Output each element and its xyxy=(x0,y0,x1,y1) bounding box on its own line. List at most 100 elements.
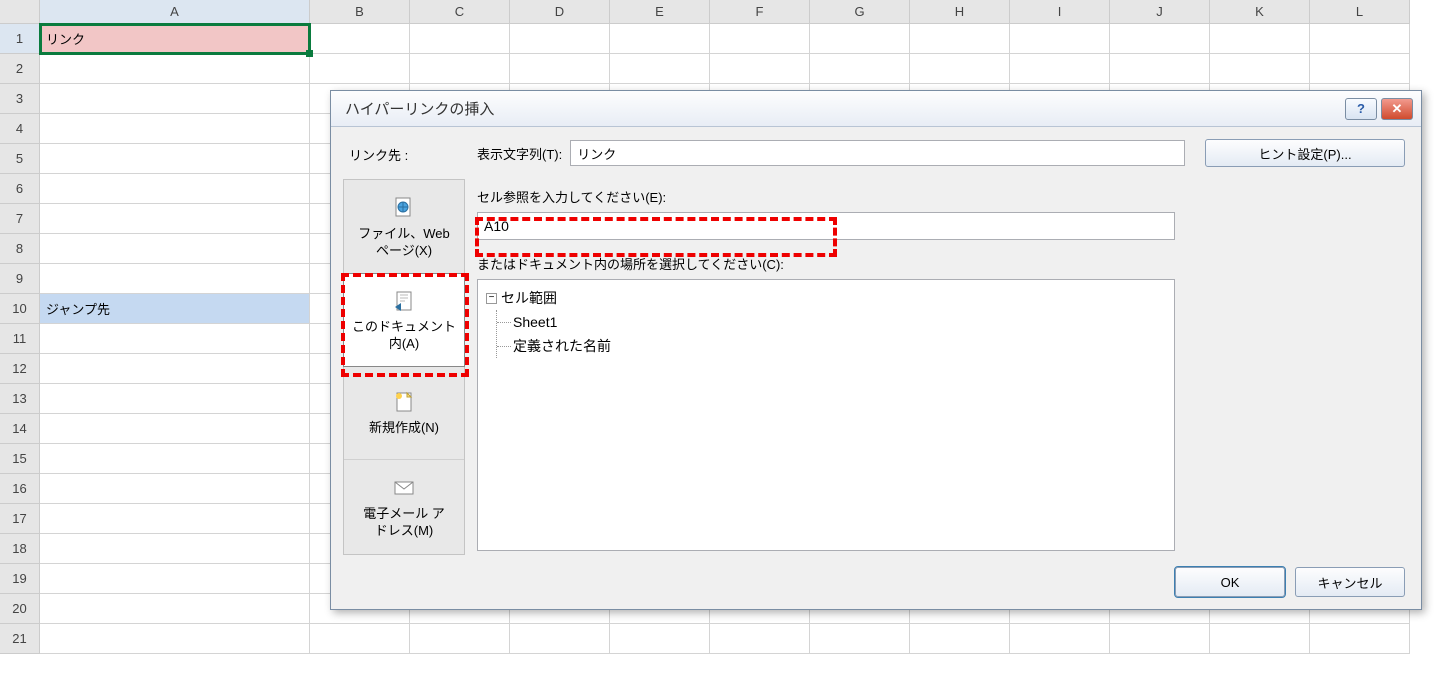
col-header-h[interactable]: H xyxy=(910,0,1010,24)
nav-file-web[interactable]: ファイル、Webページ(X) xyxy=(344,180,464,274)
tree-node-defined-names[interactable]: 定義された名前 xyxy=(513,334,1166,358)
select-all-corner[interactable] xyxy=(0,0,40,24)
row-header-4[interactable]: 4 xyxy=(0,114,40,144)
cell-a21[interactable] xyxy=(40,624,310,654)
col-header-g[interactable]: G xyxy=(810,0,910,24)
cell-a12[interactable] xyxy=(40,354,310,384)
cell-a19[interactable] xyxy=(40,564,310,594)
cell-a14[interactable] xyxy=(40,414,310,444)
col-header-j[interactable]: J xyxy=(1110,0,1210,24)
cell-d1[interactable] xyxy=(510,24,610,54)
cell-e1[interactable] xyxy=(610,24,710,54)
col-header-b[interactable]: B xyxy=(310,0,410,24)
tree-node-cell-range[interactable]: − セル範囲 xyxy=(486,286,1166,310)
cell-c1[interactable] xyxy=(410,24,510,54)
nav-new-document[interactable]: 新規作成(N) xyxy=(344,366,464,460)
dialog-titlebar[interactable]: ハイパーリンクの挿入 ? ✕ xyxy=(331,91,1421,127)
row-header-8[interactable]: 8 xyxy=(0,234,40,264)
cell-j21[interactable] xyxy=(1110,624,1210,654)
row-header-17[interactable]: 17 xyxy=(0,504,40,534)
cell-i1[interactable] xyxy=(1010,24,1110,54)
row-header-6[interactable]: 6 xyxy=(0,174,40,204)
screen-tip-button[interactable]: ヒント設定(P)... xyxy=(1205,139,1405,167)
row-header-11[interactable]: 11 xyxy=(0,324,40,354)
row-header-2[interactable]: 2 xyxy=(0,54,40,84)
nav-email[interactable]: 電子メール アドレス(M) xyxy=(344,460,464,554)
row-header-21[interactable]: 21 xyxy=(0,624,40,654)
cell-i21[interactable] xyxy=(1010,624,1110,654)
display-text-input[interactable] xyxy=(570,140,1185,166)
cell-h2[interactable] xyxy=(910,54,1010,84)
row-header-18[interactable]: 18 xyxy=(0,534,40,564)
cell-f1[interactable] xyxy=(710,24,810,54)
row-header-3[interactable]: 3 xyxy=(0,84,40,114)
collapse-icon[interactable]: − xyxy=(486,293,497,304)
row-header-19[interactable]: 19 xyxy=(0,564,40,594)
cell-k2[interactable] xyxy=(1210,54,1310,84)
cell-a5[interactable] xyxy=(40,144,310,174)
cell-c21[interactable] xyxy=(410,624,510,654)
cell-i2[interactable] xyxy=(1010,54,1110,84)
row-header-9[interactable]: 9 xyxy=(0,264,40,294)
row-header-20[interactable]: 20 xyxy=(0,594,40,624)
cell-reference-input[interactable] xyxy=(477,212,1175,240)
help-button[interactable]: ? xyxy=(1345,98,1377,120)
close-button[interactable]: ✕ xyxy=(1381,98,1413,120)
row-header-15[interactable]: 15 xyxy=(0,444,40,474)
cell-g1[interactable] xyxy=(810,24,910,54)
cell-k1[interactable] xyxy=(1210,24,1310,54)
cell-a4[interactable] xyxy=(40,114,310,144)
cell-b2[interactable] xyxy=(310,54,410,84)
cell-g21[interactable] xyxy=(810,624,910,654)
col-header-f[interactable]: F xyxy=(710,0,810,24)
cell-j1[interactable] xyxy=(1110,24,1210,54)
row-header-13[interactable]: 13 xyxy=(0,384,40,414)
col-header-e[interactable]: E xyxy=(610,0,710,24)
cell-a20[interactable] xyxy=(40,594,310,624)
cell-h1[interactable] xyxy=(910,24,1010,54)
row-header-5[interactable]: 5 xyxy=(0,144,40,174)
tree-leaf-sheet1[interactable]: Sheet1 xyxy=(513,310,1166,334)
cell-a3[interactable] xyxy=(40,84,310,114)
cell-a15[interactable] xyxy=(40,444,310,474)
cell-a18[interactable] xyxy=(40,534,310,564)
cell-a1[interactable]: リンク xyxy=(40,24,310,54)
row-header-10[interactable]: 10 xyxy=(0,294,40,324)
cancel-button[interactable]: キャンセル xyxy=(1295,567,1405,597)
col-header-l[interactable]: L xyxy=(1310,0,1410,24)
cell-d21[interactable] xyxy=(510,624,610,654)
cell-b21[interactable] xyxy=(310,624,410,654)
cell-e2[interactable] xyxy=(610,54,710,84)
ok-button[interactable]: OK xyxy=(1175,567,1285,597)
document-location-tree[interactable]: − セル範囲 Sheet1 定義された名前 xyxy=(477,279,1175,551)
cell-a7[interactable] xyxy=(40,204,310,234)
cell-g2[interactable] xyxy=(810,54,910,84)
cell-c2[interactable] xyxy=(410,54,510,84)
cell-a13[interactable] xyxy=(40,384,310,414)
cell-a8[interactable] xyxy=(40,234,310,264)
cell-a16[interactable] xyxy=(40,474,310,504)
row-header-12[interactable]: 12 xyxy=(0,354,40,384)
row-header-16[interactable]: 16 xyxy=(0,474,40,504)
cell-j2[interactable] xyxy=(1110,54,1210,84)
row-header-1[interactable]: 1 xyxy=(0,24,40,54)
cell-a11[interactable] xyxy=(40,324,310,354)
cell-k21[interactable] xyxy=(1210,624,1310,654)
cell-e21[interactable] xyxy=(610,624,710,654)
cell-l1[interactable] xyxy=(1310,24,1410,54)
col-header-k[interactable]: K xyxy=(1210,0,1310,24)
row-header-7[interactable]: 7 xyxy=(0,204,40,234)
cell-a17[interactable] xyxy=(40,504,310,534)
cell-l21[interactable] xyxy=(1310,624,1410,654)
col-header-a[interactable]: A xyxy=(40,0,310,24)
cell-h21[interactable] xyxy=(910,624,1010,654)
cell-f21[interactable] xyxy=(710,624,810,654)
col-header-c[interactable]: C xyxy=(410,0,510,24)
cell-a9[interactable] xyxy=(40,264,310,294)
nav-this-document[interactable]: このドキュメント内(A) xyxy=(343,273,465,367)
cell-a10[interactable]: ジャンプ先 xyxy=(40,294,310,324)
row-header-14[interactable]: 14 xyxy=(0,414,40,444)
cell-l2[interactable] xyxy=(1310,54,1410,84)
col-header-i[interactable]: I xyxy=(1010,0,1110,24)
cell-b1[interactable] xyxy=(310,24,410,54)
